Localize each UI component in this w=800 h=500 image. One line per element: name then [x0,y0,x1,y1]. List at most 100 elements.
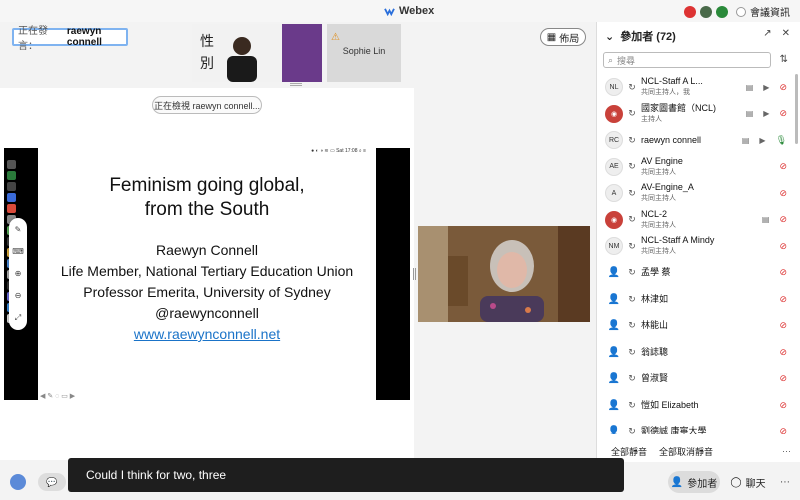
camera-icon[interactable]: ▶ [763,109,769,118]
unmute-all-button[interactable]: 全部取消靜音 [659,445,713,458]
participant-info: 孟學 蔡 [641,267,727,278]
self-avatar[interactable] [10,474,26,490]
slide-link[interactable]: www.raewynconnell.net [38,324,376,345]
participant-row[interactable]: NM ↻ NCL-Staff A Mindy 共同主持人 ⊘ [601,233,791,260]
video-thumbnail-presenter[interactable]: 性 別 [192,24,322,82]
sync-icon: ↻ [628,293,636,304]
svg-text:性: 性 [200,34,214,50]
participant-row[interactable]: 👤 ↻ 曾淑賢 ⊘ [601,366,791,393]
app-title-text: Webex [399,5,435,17]
screen-icon: ▤ [745,82,754,92]
participant-status-icons: ⊘ [779,400,787,411]
participant-role: 共同主持人，我 [641,89,690,97]
layout-button-label: 佈局 [559,33,580,45]
reactions-button[interactable]: 💬 [38,473,66,491]
mute-all-button[interactable]: 全部靜音 [611,445,647,458]
person-icon: 👤 [670,476,684,488]
zoom-out-icon[interactable]: ⊖ [15,291,22,300]
microphone-muted-icon[interactable]: ⊘ [779,188,787,199]
participant-row[interactable]: 👤 ↻ 林能山 ⊘ [601,313,791,340]
microphone-muted-icon[interactable]: ⊘ [779,347,787,358]
video-thumbnail-participant[interactable]: ⚠ Sophie Lin [327,24,401,82]
microphone-muted-icon[interactable]: ⊘ [779,294,787,305]
more-icon[interactable]: ⋯ [776,471,794,493]
participant-row[interactable]: RC ↻ raewyn connell ▤ ▶ 🎙 [601,127,791,154]
participant-row[interactable]: AE ↻ AV Engine 共同主持人 ⊘ [601,154,791,181]
participant-row[interactable]: 👤 ↻ 林津如 ⊘ [601,286,791,313]
more-options-icon[interactable]: ··· [782,446,791,456]
close-icon[interactable]: ✕ [782,28,790,39]
participant-avatar: A [605,184,623,203]
fit-screen-icon[interactable]: ⤢ [15,313,21,323]
resize-grip[interactable] [413,268,416,280]
screen-icon: ▤ [741,135,750,145]
person-icon: 👤 [607,373,621,385]
title-bar: Webex 會議資訊 [0,0,800,22]
slide-controls[interactable]: ◀ ✎ ◌ ▭ ▶ [40,392,75,400]
speech-bubble-icon: 💬 [46,476,58,487]
participant-info: AV Engine 共同主持人 [641,156,727,178]
participants-button[interactable]: 👤 參加者 [668,471,720,493]
participant-row[interactable]: ◉ ↻ NCL-2 共同主持人 ▤ ⊘ [601,207,791,234]
warning-icon: ⚠ [331,32,340,43]
microphone-muted-icon[interactable]: ⊘ [779,320,787,331]
participant-row[interactable]: 👤 ↻ 愷如 Elizabeth ⊘ [601,392,791,419]
recording-icon[interactable] [684,5,696,18]
search-input[interactable]: ⌕ 搜尋 [603,52,771,68]
microphone-muted-icon[interactable]: ⊘ [779,161,787,172]
camera-icon[interactable]: ▶ [759,136,765,145]
person-icon: 👤 [607,293,621,305]
microphone-muted-icon[interactable]: ⊘ [779,214,787,225]
chat-button[interactable]: ◯ 聊天 [726,471,770,493]
microphone-muted-icon[interactable]: ⊘ [779,108,787,119]
sync-icon: ↻ [628,81,636,92]
person-icon: 👤 [607,399,621,411]
scrollbar[interactable] [795,74,798,144]
microphone-muted-icon[interactable]: ⊘ [779,373,787,384]
grid-icon: ▦ [546,31,557,43]
thumbnail-name: Sophie Lin [342,46,386,56]
participant-row[interactable]: ◉ ↻ 國家圖書館（NCL) 主持人 ▤ ▶ ⊘ [601,101,791,128]
participant-info: 國家圖書館（NCL) 主持人 [641,103,727,125]
microphone-muted-icon[interactable]: ⊘ [779,241,787,252]
participant-row[interactable]: A ↻ AV-Engine_A 共同主持人 ⊘ [601,180,791,207]
participant-row[interactable]: NL ↻ NCL-Staff A L... 共同主持人，我 ▤ ▶ ⊘ [601,74,791,101]
zoom-in-icon[interactable]: ⊕ [15,269,22,278]
participant-row[interactable]: 👤 ↻ 劉德誠 康寧大學 ⊘ [601,419,791,434]
participant-name: 劉德誠 康寧大學 [641,426,707,434]
slide-author: Raewyn Connell [156,242,258,258]
panel-header: ⌄ 參加者 (72) [605,28,676,44]
shield-icon[interactable] [716,5,728,18]
participant-status-icons: ⊘ [779,188,787,199]
sort-icon[interactable]: ⇅ [780,54,788,65]
titlebar-status: 會議資訊 [684,4,790,19]
viewing-share-button[interactable]: 正在檢視 raewyn connell... [152,96,262,114]
participant-status-icons: ⊘ [779,241,787,252]
layout-button[interactable]: ▦ 佈局 [540,28,586,46]
camera-icon[interactable]: ▶ [763,83,769,92]
participant-name: 翁誌聰 [641,346,669,357]
participant-role: 共同主持人 [641,221,676,229]
draw-icon[interactable]: ✎ [15,225,22,234]
remote-control-icon[interactable]: ⌨ [12,247,24,256]
sync-icon: ↻ [628,187,636,198]
participant-list: NL ↻ NCL-Staff A L... 共同主持人，我 ▤ ▶ ⊘ ◉ ↻ 國家圖書館（NCL… [601,74,791,434]
microphone-muted-icon[interactable]: ⊘ [779,82,787,93]
drag-handle[interactable] [290,83,302,86]
participant-row[interactable]: 👤 ↻ 翁誌聰 ⊘ [601,339,791,366]
participant-row[interactable]: 👤 ↻ 孟學 蔡 ⊘ [601,260,791,287]
popout-icon[interactable]: ↗ [763,28,771,39]
speaker-video[interactable] [418,226,590,322]
slide-menubar: ● ◐ ◑ ≋ ▭ Sat 17:08 ⌕ ≡ [311,148,366,154]
avatar-icon[interactable] [700,5,712,18]
microphone-icon[interactable]: 🎙 [776,135,787,146]
participant-avatar-image: ◉ [605,210,623,229]
participant-info: 翁誌聰 [641,347,727,358]
microphone-muted-icon[interactable]: ⊘ [779,400,787,411]
meeting-info-link[interactable]: 會議資訊 [750,4,790,19]
microphone-muted-icon[interactable]: ⊘ [779,426,787,434]
participant-name: 林能山 [641,320,669,331]
chevron-down-icon[interactable]: ⌄ [605,30,614,43]
microphone-muted-icon[interactable]: ⊘ [779,267,787,278]
info-icon[interactable] [736,6,746,17]
